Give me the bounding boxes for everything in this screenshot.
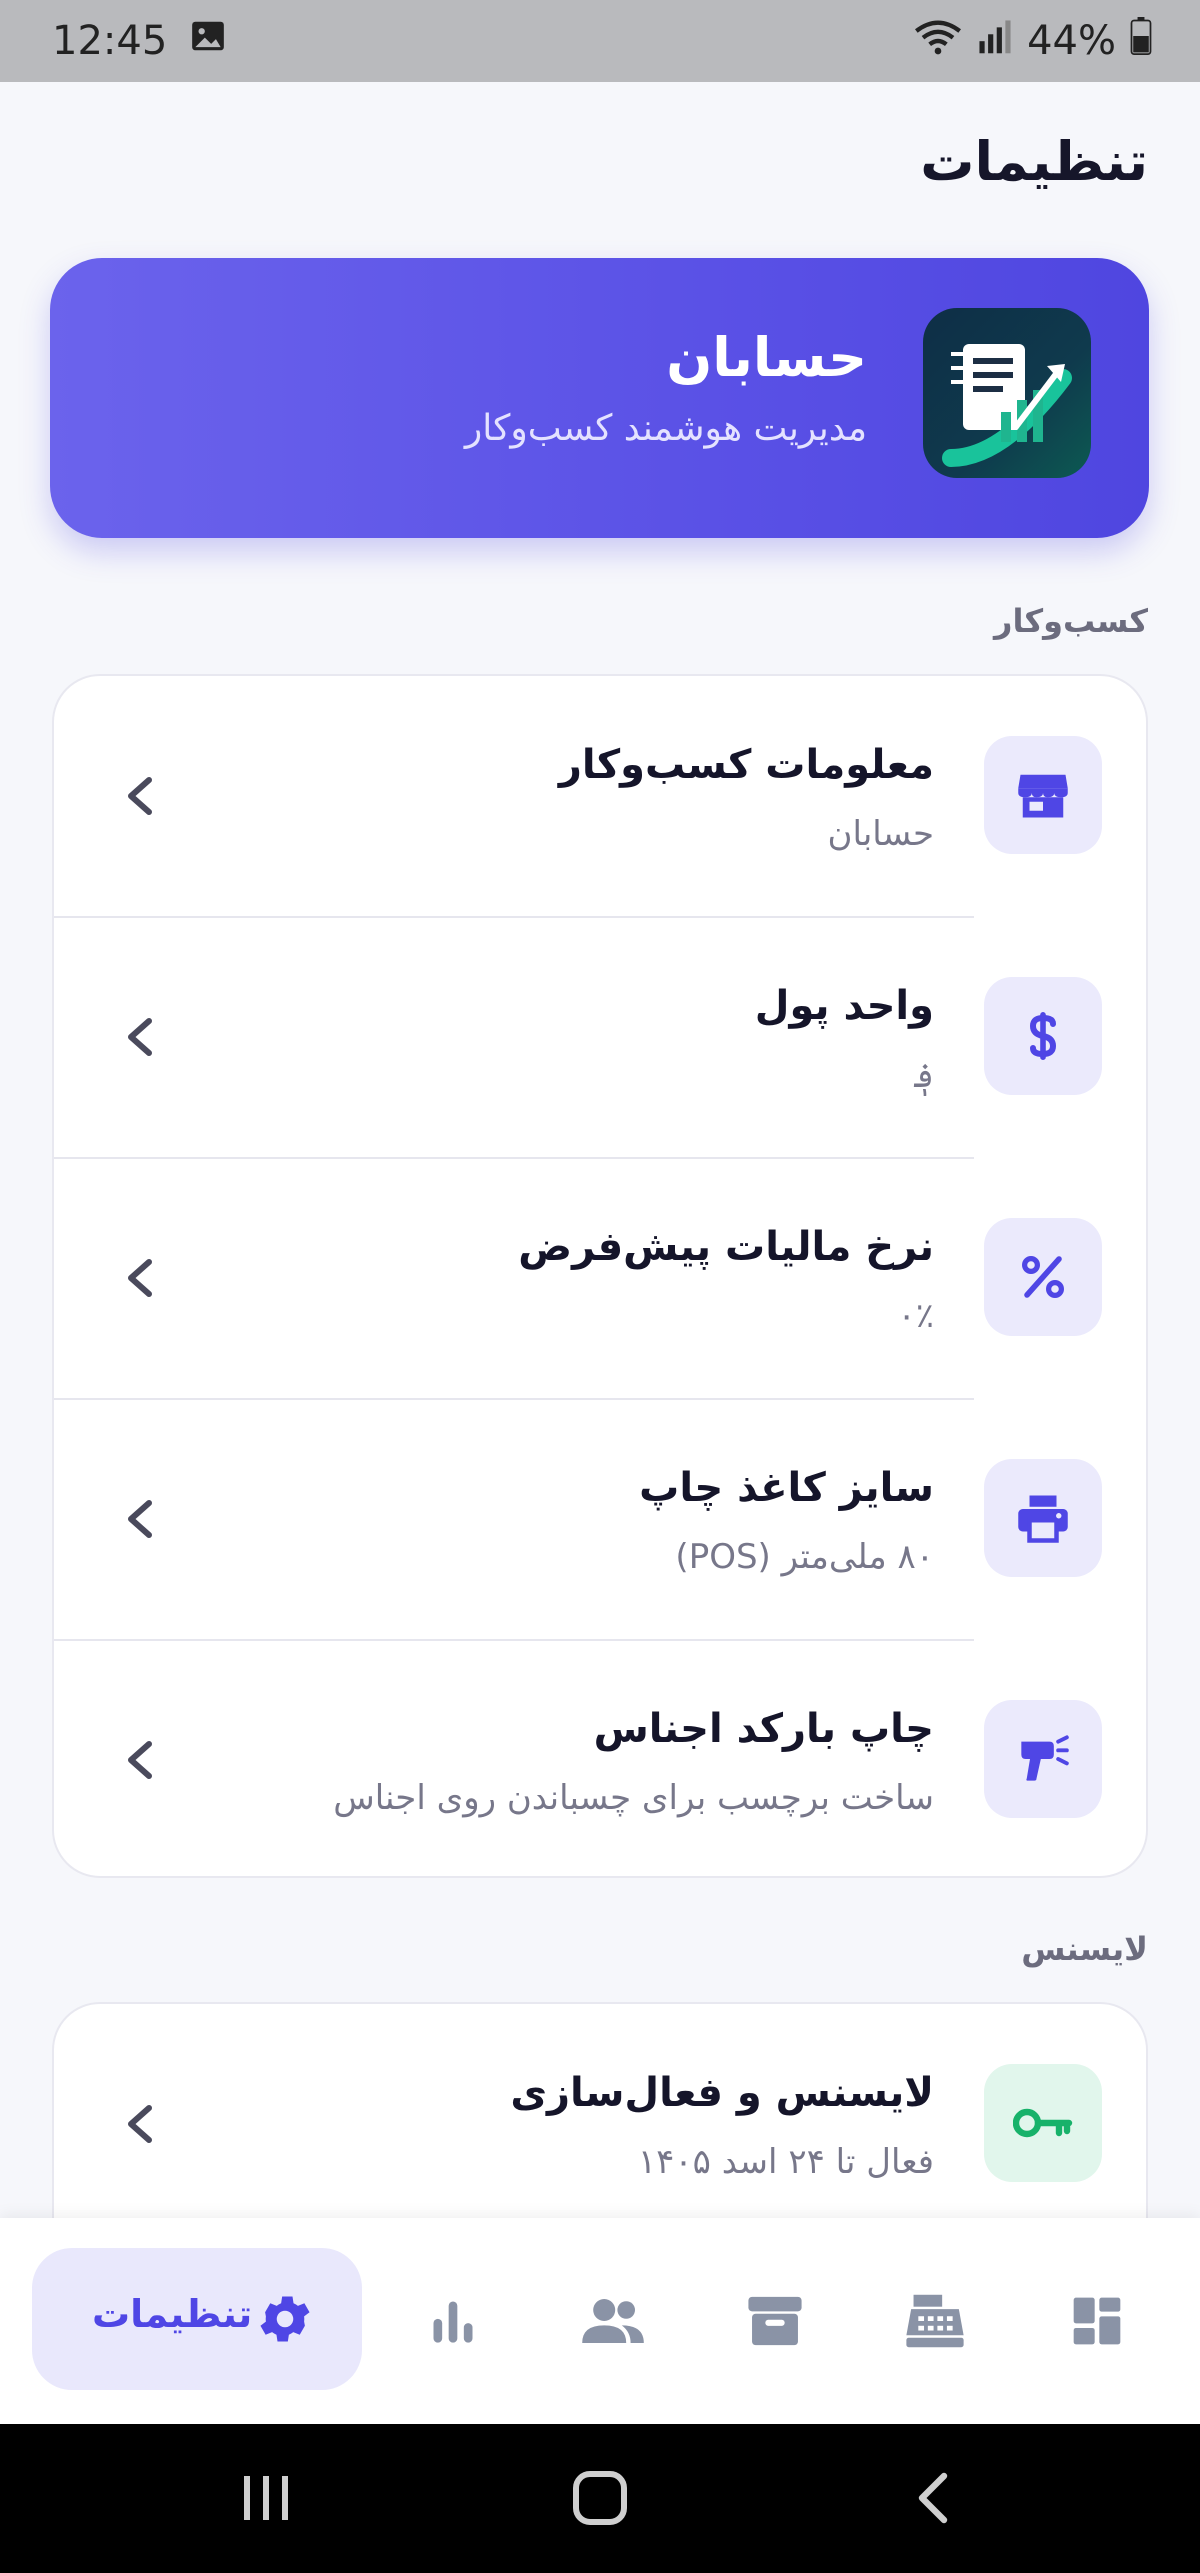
settings-row-paper-size[interactable]: سایز کاغذ چاپ ۸۰ ملی‌متر (POS) bbox=[54, 1399, 1146, 1639]
hero-title: حسابان bbox=[666, 326, 867, 389]
recent-apps-icon[interactable] bbox=[238, 2468, 294, 2532]
battery-icon bbox=[1130, 17, 1152, 65]
settings-row-business-info[interactable]: معلومات کسب‌وکار حسابان bbox=[54, 676, 1146, 916]
back-icon[interactable] bbox=[910, 2468, 954, 2532]
row-subtitle: فعال تا ۲۴ اسد ۱۴۰۵ bbox=[637, 2142, 934, 2182]
row-subtitle: ساخت برچسب برای چسباندن روی اجناس bbox=[333, 1778, 934, 1818]
percent-icon bbox=[984, 1218, 1102, 1336]
nav-item-customers[interactable] bbox=[578, 2288, 648, 2358]
settings-row-license[interactable]: لایسنس و فعال‌سازی فعال تا ۲۴ اسد ۱۴۰۵ bbox=[54, 2004, 1146, 2244]
key-icon bbox=[984, 2064, 1102, 2182]
settings-row-currency[interactable]: واحد پول ؋ bbox=[54, 917, 1146, 1157]
business-settings-card: معلومات کسب‌وکار حسابان واحد پول ؋ نرخ م… bbox=[52, 674, 1148, 1878]
chevron-left-icon bbox=[120, 1252, 160, 1304]
row-title: نرخ مالیات پیش‌فرض bbox=[518, 1224, 934, 1270]
chevron-left-icon bbox=[120, 1011, 160, 1063]
row-subtitle: ؋ bbox=[914, 1056, 934, 1096]
nav-item-reports[interactable] bbox=[418, 2288, 488, 2358]
status-time: 12:45 bbox=[52, 18, 168, 64]
status-left: 12:45 bbox=[52, 17, 227, 65]
settings-row-barcode-print[interactable]: چاپ بارکد اجناس ساخت برچسب برای چسباندن … bbox=[54, 1640, 1146, 1876]
chevron-left-icon bbox=[120, 1493, 160, 1545]
home-icon[interactable] bbox=[570, 2468, 630, 2532]
signal-icon bbox=[977, 17, 1013, 65]
row-subtitle: ۰٪ bbox=[897, 1296, 934, 1336]
wifi-icon bbox=[913, 16, 963, 66]
nav-item-settings[interactable]: تنظیمات bbox=[32, 2248, 362, 2390]
row-title: سایز کاغذ چاپ bbox=[639, 1465, 934, 1511]
status-bar: 12:45 44% bbox=[0, 0, 1200, 82]
people-icon bbox=[580, 2295, 646, 2351]
dashboard-icon bbox=[1069, 2293, 1125, 2353]
cash-register-icon bbox=[904, 2292, 966, 2354]
settings-row-tax-rate[interactable]: نرخ مالیات پیش‌فرض ۰٪ bbox=[54, 1158, 1146, 1398]
nav-item-inventory[interactable] bbox=[740, 2288, 810, 2358]
settings-icon bbox=[254, 2288, 316, 2354]
nav-item-pos[interactable] bbox=[900, 2288, 970, 2358]
app-hero-card: حسابان مدیریت هوشمند کسب‌وکار bbox=[50, 258, 1149, 538]
battery-percent: 44% bbox=[1027, 18, 1116, 64]
row-title: لایسنس و فعال‌سازی bbox=[510, 2070, 934, 2116]
barcode-scanner-icon bbox=[984, 1700, 1102, 1818]
page-title: تنظیمات bbox=[920, 130, 1148, 193]
chevron-left-icon bbox=[120, 2098, 160, 2150]
chevron-left-icon bbox=[120, 770, 160, 822]
section-label-license: لایسنس bbox=[1021, 1930, 1148, 1968]
chart-icon bbox=[427, 2295, 479, 2351]
chevron-left-icon bbox=[120, 1734, 160, 1786]
archive-icon bbox=[746, 2292, 804, 2354]
dollar-icon bbox=[984, 977, 1102, 1095]
row-subtitle: حسابان bbox=[827, 814, 935, 854]
row-subtitle: ۸۰ ملی‌متر (POS) bbox=[675, 1537, 934, 1577]
store-icon bbox=[984, 736, 1102, 854]
nav-item-dashboard[interactable] bbox=[1062, 2288, 1132, 2358]
nav-active-label: تنظیمات bbox=[92, 2292, 253, 2336]
gallery-notification-icon bbox=[189, 17, 227, 65]
system-navigation-bar bbox=[0, 2424, 1200, 2573]
section-label-business: کسب‌وکار bbox=[994, 602, 1148, 640]
app-logo-icon bbox=[923, 308, 1091, 478]
row-title: معلومات کسب‌وکار bbox=[558, 742, 934, 788]
row-title: واحد پول bbox=[754, 983, 934, 1029]
printer-icon bbox=[984, 1459, 1102, 1577]
bottom-navigation: تنظیمات bbox=[0, 2218, 1200, 2424]
hero-subtitle: مدیریت هوشمند کسب‌وکار bbox=[464, 408, 867, 449]
status-right: 44% bbox=[913, 16, 1152, 66]
row-title: چاپ بارکد اجناس bbox=[593, 1706, 934, 1752]
